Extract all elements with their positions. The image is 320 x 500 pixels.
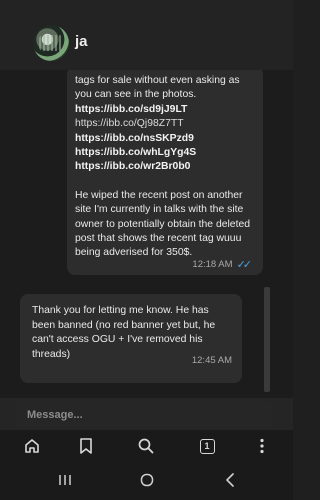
message-link[interactable]: https://ibb.co/Qj98Z7TT [75,117,259,131]
message-time: 12:18 AM [192,259,233,270]
message-text: Thank you for letting me know. He has be… [32,305,216,360]
message-list[interactable]: tags for sale without even asking as you… [0,70,293,398]
recents-icon [58,473,72,491]
system-navigation-bar [0,462,293,500]
search-icon [137,437,155,455]
scrollbar[interactable] [264,287,270,392]
message-link[interactable]: https://ibb.co/sd9jJ9LT [75,103,259,117]
tabs-button[interactable]: 1 [187,430,227,462]
message-link[interactable]: https://ibb.co/whLgYg4S [75,146,259,160]
message-intro: tags for sale without even asking as you… [75,75,240,101]
back-button[interactable] [210,470,250,494]
bookmark-button[interactable] [66,430,106,462]
menu-button[interactable] [242,430,282,462]
chat-header: ja [0,0,293,70]
message-body: He wiped the recent post on another site… [75,189,251,259]
home-button[interactable] [12,430,52,462]
recents-button[interactable] [45,470,85,494]
message-text: tags for sale without even asking as you… [75,74,259,261]
message-time: 12:45 AM [191,355,232,366]
avatar[interactable] [33,25,69,61]
double-check-icon: ✓✓ [236,259,253,271]
message-meta: 12:18 AM ✓✓ [192,258,253,271]
message-link[interactable]: https://ibb.co/wr2Br0b0 [75,160,259,174]
contact-name[interactable]: ja [75,33,88,50]
browser-toolbar: 1 [0,430,293,462]
message-input[interactable] [17,401,272,429]
system-home-button[interactable] [127,470,167,494]
outgoing-message[interactable]: tags for sale without even asking as you… [67,70,263,275]
more-vertical-icon [259,438,265,454]
circle-home-icon [140,473,154,492]
back-chevron-icon [225,472,235,492]
home-icon [23,437,41,455]
bookmark-icon [78,437,94,455]
incoming-message[interactable]: Thank you for letting me know. He has be… [20,294,242,383]
search-button[interactable] [126,430,166,462]
message-link[interactable]: https://ibb.co/nsSKPzd9 [75,132,259,146]
tab-count: 1 [199,438,215,454]
